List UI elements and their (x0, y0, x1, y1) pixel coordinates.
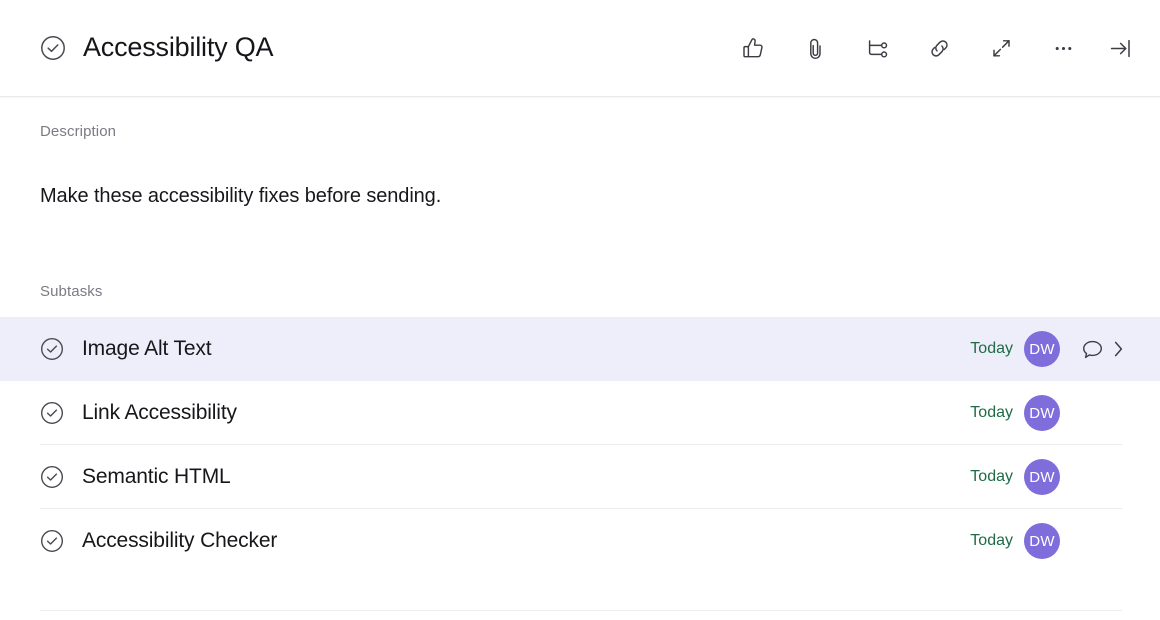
subtask-meta: Today DW (970, 331, 1126, 367)
check-circle-icon[interactable] (40, 401, 64, 425)
header-actions (722, 23, 1146, 73)
subtasks-label: Subtasks (40, 283, 103, 300)
subtask-list: Image Alt Text Today DW (0, 317, 1160, 573)
header-left-group: Accessibility QA (40, 33, 273, 63)
avatar[interactable]: DW (1024, 523, 1060, 559)
subtasks-heading: Subtasks (0, 283, 1160, 301)
subtask-title: Link Accessibility (82, 401, 237, 424)
description-label: Description (40, 123, 1120, 140)
subtask-title: Semantic HTML (82, 465, 231, 488)
ellipsis-icon[interactable] (1032, 23, 1094, 73)
subtask-row[interactable]: Accessibility Checker Today DW (0, 509, 1160, 573)
avatar[interactable]: DW (1024, 459, 1060, 495)
subtask-meta: Today DW (970, 395, 1126, 431)
link-icon[interactable] (908, 23, 970, 73)
panel-body: Description Make these accessibility fix… (0, 97, 1160, 620)
due-date-badge[interactable]: Today (970, 404, 1013, 422)
subtask-title: Accessibility Checker (82, 529, 277, 552)
check-circle-icon[interactable] (40, 35, 66, 61)
due-date-badge[interactable]: Today (970, 468, 1013, 486)
check-circle-icon[interactable] (40, 529, 64, 553)
subtask-tree-icon[interactable] (846, 23, 908, 73)
due-date-badge[interactable]: Today (970, 532, 1013, 550)
avatar[interactable]: DW (1024, 331, 1060, 367)
subtask-title: Image Alt Text (82, 337, 211, 360)
subtask-row-actions (1080, 337, 1126, 362)
subtasks-section: Subtasks Image Alt Text Today DW (0, 283, 1160, 573)
collapse-right-icon[interactable] (1094, 23, 1146, 73)
description-section: Description Make these accessibility fix… (0, 97, 1160, 210)
comment-bubble-icon[interactable] (1080, 337, 1105, 362)
expand-icon[interactable] (970, 23, 1032, 73)
subtask-row[interactable]: Image Alt Text Today DW (0, 317, 1160, 381)
subtask-row[interactable]: Link Accessibility Today DW (0, 381, 1160, 445)
thumbs-up-icon[interactable] (722, 23, 784, 73)
page-title: Accessibility QA (83, 33, 273, 63)
panel-header: Accessibility QA (0, 0, 1160, 97)
subtask-meta: Today DW (970, 459, 1126, 495)
chevron-right-icon[interactable] (1111, 338, 1126, 360)
subtask-meta: Today DW (970, 523, 1126, 559)
description-text[interactable]: Make these accessibility fixes before se… (40, 183, 1120, 210)
check-circle-icon[interactable] (40, 337, 64, 361)
check-circle-icon[interactable] (40, 465, 64, 489)
task-detail-panel: Accessibility QA (0, 0, 1160, 620)
paperclip-icon[interactable] (784, 23, 846, 73)
avatar[interactable]: DW (1024, 395, 1060, 431)
due-date-badge[interactable]: Today (970, 340, 1013, 358)
subtask-row[interactable]: Semantic HTML Today DW (0, 445, 1160, 509)
list-bottom-divider (40, 610, 1122, 611)
